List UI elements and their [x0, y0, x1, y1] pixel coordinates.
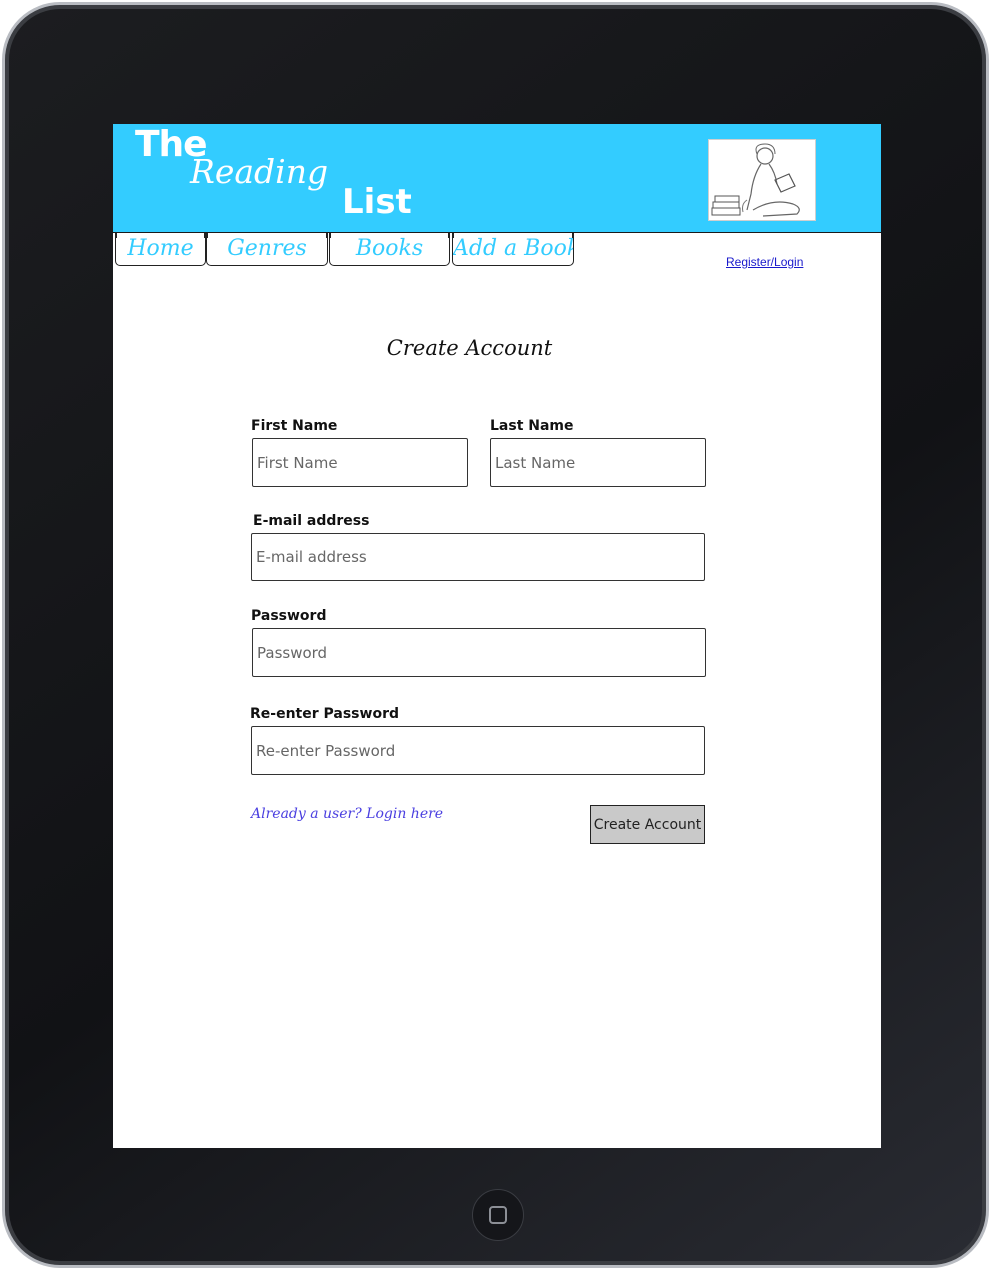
header-banner: The Reading List [113, 124, 881, 233]
create-account-button[interactable]: Create Account [590, 805, 705, 844]
email-field[interactable] [251, 533, 705, 581]
password-field[interactable] [252, 628, 706, 677]
screen: The Reading List Home Genres Books Add a… [113, 124, 881, 1148]
tab-home[interactable]: Home [115, 233, 206, 266]
home-square-icon [489, 1206, 507, 1224]
register-login-link[interactable]: Register/Login [726, 255, 803, 269]
tab-add-a-book[interactable]: Add a Book [452, 233, 574, 266]
first-name-field[interactable] [252, 438, 468, 487]
reenter-password-label: Re-enter Password [250, 706, 399, 722]
reading-child-illustration-icon [708, 139, 816, 221]
reenter-password-field[interactable] [251, 726, 705, 775]
password-label: Password [251, 608, 327, 624]
email-label: E-mail address [253, 513, 370, 529]
tab-books[interactable]: Books [329, 233, 450, 266]
home-button[interactable] [472, 1189, 524, 1241]
logo-list: List [342, 182, 412, 222]
first-name-label: First Name [251, 418, 338, 434]
last-name-field[interactable] [490, 438, 706, 487]
tab-genres[interactable]: Genres [206, 233, 328, 266]
login-here-link[interactable]: Already a user? Login here [251, 806, 443, 822]
last-name-label: Last Name [490, 418, 574, 434]
page-title: Create Account [386, 336, 553, 360]
logo-reading: Reading [190, 152, 329, 191]
